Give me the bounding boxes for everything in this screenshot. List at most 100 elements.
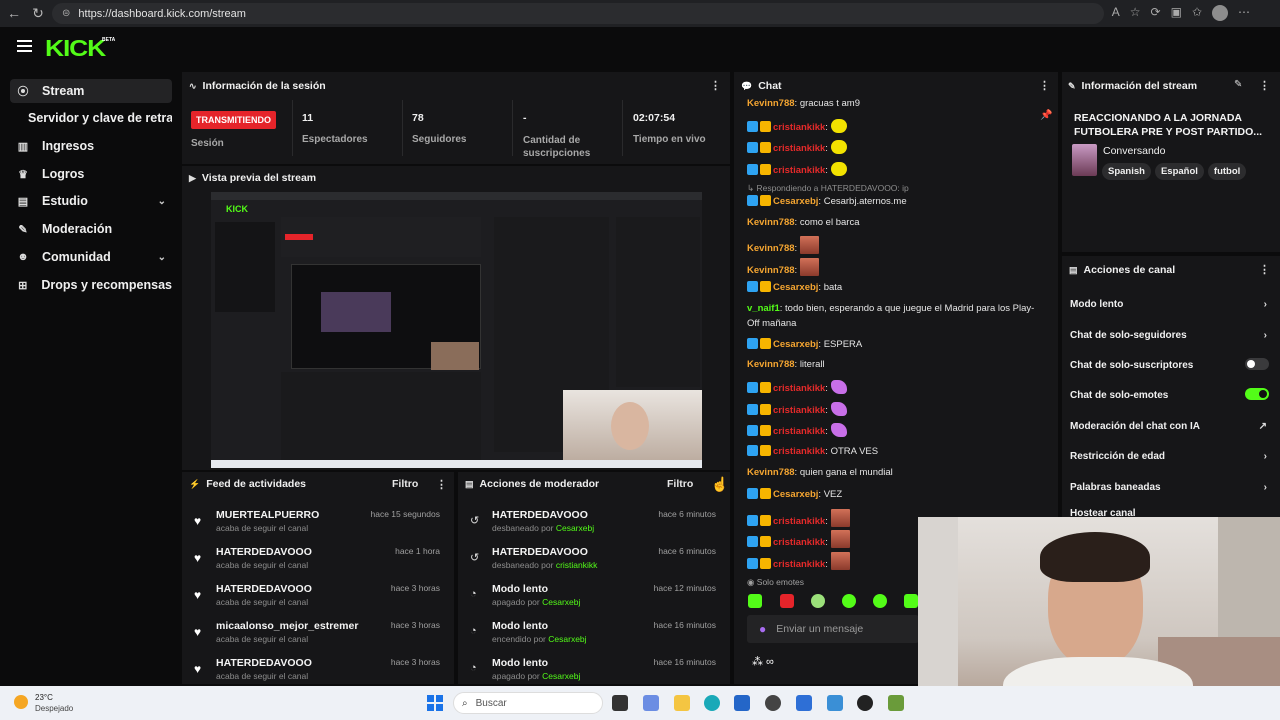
emote-button[interactable]	[904, 594, 918, 608]
feed-item: ♥ MUERTEALPUERRO acaba de seguir el canal h…	[194, 509, 440, 533]
stream-preview-video[interactable]: KICK	[211, 192, 702, 468]
beta-badge: BETA	[102, 37, 116, 43]
defender-icon[interactable]	[796, 695, 812, 711]
chevron-right-icon: ›	[1263, 330, 1267, 341]
start-button[interactable]	[427, 695, 443, 711]
action-slow-mode[interactable]: Modo lento ›	[1070, 299, 1275, 310]
obs-icon[interactable]	[765, 695, 781, 711]
copilot-icon[interactable]	[643, 695, 659, 711]
preview-browserbar	[211, 192, 702, 200]
emote-button[interactable]	[748, 594, 762, 608]
chat-settings-icon[interactable]: ⁂ ∞	[752, 655, 774, 668]
edit-icon[interactable]: ✎	[1234, 79, 1242, 90]
activity-feed-panel: ⚡ Feed de actividades Filtro ⋮ ♥ MUERTEALP…	[182, 472, 454, 684]
pin-icon[interactable]: 📌	[1040, 110, 1052, 121]
chat-input[interactable]: ● Enviar un mensaje	[747, 615, 919, 643]
sidebar-item-drops[interactable]: ⊞ Drops y recompensas	[10, 273, 172, 297]
moderator-badge-icon	[747, 425, 758, 436]
sidebar-item-stream[interactable]: ⦿ Stream	[10, 79, 172, 103]
app-icon[interactable]	[857, 695, 873, 711]
category-name[interactable]: Conversando	[1103, 145, 1165, 157]
crown-badge-icon	[760, 515, 771, 526]
category-thumbnail[interactable]	[1072, 144, 1097, 176]
chat-message: cristiankikk:	[747, 530, 850, 548]
more-options-icon[interactable]: ⋮	[1259, 79, 1270, 92]
tag[interactable]: futbol	[1207, 163, 1247, 180]
preview-nested-content	[321, 292, 391, 332]
extensions-icon[interactable]: ⟳	[1151, 5, 1161, 21]
sidebar-item-estudio[interactable]: ▤ Estudio ⌄	[10, 189, 172, 213]
crown-badge-icon	[760, 558, 771, 569]
menu-icon[interactable]: ⋯	[1238, 5, 1250, 21]
sidebar-item-ingresos[interactable]: ▥ Ingresos	[10, 134, 172, 158]
crown-badge-icon	[760, 425, 771, 436]
edge-icon[interactable]	[704, 695, 720, 711]
chat-message: cristiankikk:	[747, 509, 850, 527]
taskbar-search[interactable]: ⌕ Buscar	[453, 692, 603, 714]
weather-icon[interactable]	[14, 695, 28, 709]
moderator-badge-icon	[747, 142, 758, 153]
emote-button[interactable]	[873, 594, 887, 608]
sidebar-item-server-key[interactable]: Servidor y clave de retransmisión	[10, 106, 172, 130]
crown-badge-icon	[760, 195, 771, 206]
read-aloud-icon[interactable]: A	[1112, 5, 1120, 21]
emotes-only-toggle[interactable]	[1245, 388, 1269, 400]
stream-title: REACCIONANDO A LA JORNADA FUTBOLERA PRE …	[1074, 112, 1263, 138]
action-banned-words[interactable]: Palabras baneadas ›	[1070, 482, 1275, 493]
hamburger-menu-icon[interactable]	[17, 40, 32, 52]
external-link-icon: ↗	[1258, 421, 1267, 432]
more-options-icon[interactable]: ⋮	[1259, 263, 1270, 276]
action-ai-moderation[interactable]: Moderación del chat con IA ↗	[1070, 421, 1275, 432]
emote-button[interactable]	[811, 594, 825, 608]
photo-emote-icon	[830, 530, 850, 548]
emote-button[interactable]	[842, 594, 856, 608]
site-info-icon[interactable]: ⊜	[62, 8, 70, 19]
chevron-down-icon: ⌄	[157, 251, 166, 263]
action-followers-only[interactable]: Chat de solo-seguidores ›	[1070, 330, 1275, 341]
browser-extension-icons: A ☆ ⟳ ▣ ✩ ⋯	[1112, 5, 1250, 21]
sidebar-item-logros[interactable]: ♛ Logros	[10, 162, 172, 186]
preview-nested-cam	[431, 342, 479, 370]
preview-webcam-person	[611, 402, 649, 450]
action-age-restriction[interactable]: Restricción de edad ›	[1070, 451, 1275, 462]
task-view-icon[interactable]	[612, 695, 628, 711]
chat-message: cristiankikk:	[747, 402, 847, 416]
gift-icon: ⊞	[18, 279, 28, 292]
minecraft-icon[interactable]	[888, 695, 904, 711]
stream-preview-panel: ▶ Vista previa del stream KICK	[182, 166, 730, 470]
chat-message: cristiankikk:	[747, 140, 847, 154]
moderator-badge-icon	[747, 164, 758, 175]
tag[interactable]: Español	[1154, 163, 1204, 180]
reload-icon[interactable]: ↻	[26, 1, 50, 25]
split-screen-icon[interactable]: ▣	[1171, 5, 1182, 21]
more-options-icon[interactable]: ⋮	[710, 79, 721, 92]
tag-list: Spanish Español futbol	[1102, 161, 1250, 180]
back-icon[interactable]: ←	[2, 1, 26, 25]
more-options-icon[interactable]: ⋮	[436, 478, 447, 491]
feed-filter-button[interactable]: Filtro	[392, 478, 418, 490]
sidebar-item-moderacion[interactable]: ✎ Moderación	[10, 217, 172, 241]
crown-badge-icon	[760, 164, 771, 175]
sidebar-item-comunidad[interactable]: ☻ Comunidad ⌄	[10, 245, 172, 269]
mod-filter-button[interactable]: Filtro	[667, 478, 693, 490]
address-bar[interactable]: ⊜ https://dashboard.kick.com/stream	[52, 3, 1104, 24]
store-icon[interactable]	[734, 695, 750, 711]
more-options-icon[interactable]: ⋮	[1039, 79, 1050, 92]
crown-badge-icon	[760, 382, 771, 393]
subscribers-only-toggle[interactable]	[1245, 358, 1269, 370]
action-emotes-only: Chat de solo-emotes	[1070, 388, 1275, 401]
stream-info-panel: ✎ Información del stream ✎ ⋮ REACCIONANDO…	[1062, 72, 1280, 252]
emote-button[interactable]	[780, 594, 794, 608]
sidebar: ⦿Stream Servidor y clave de retransmisió…	[0, 72, 180, 684]
microphone-icon[interactable]: ●	[759, 622, 766, 636]
photos-icon[interactable]	[827, 695, 843, 711]
favorite-icon[interactable]: ☆	[1130, 5, 1141, 21]
undo-icon: ↺	[470, 552, 480, 564]
favorites-icon[interactable]: ✩	[1192, 5, 1202, 21]
kick-logo[interactable]: KICK	[45, 35, 106, 62]
url-text: https://dashboard.kick.com/stream	[78, 7, 246, 20]
file-explorer-icon[interactable]	[674, 695, 690, 711]
search-icon: ⌕	[462, 697, 468, 709]
profile-avatar[interactable]	[1212, 5, 1228, 21]
tag[interactable]: Spanish	[1102, 163, 1151, 180]
